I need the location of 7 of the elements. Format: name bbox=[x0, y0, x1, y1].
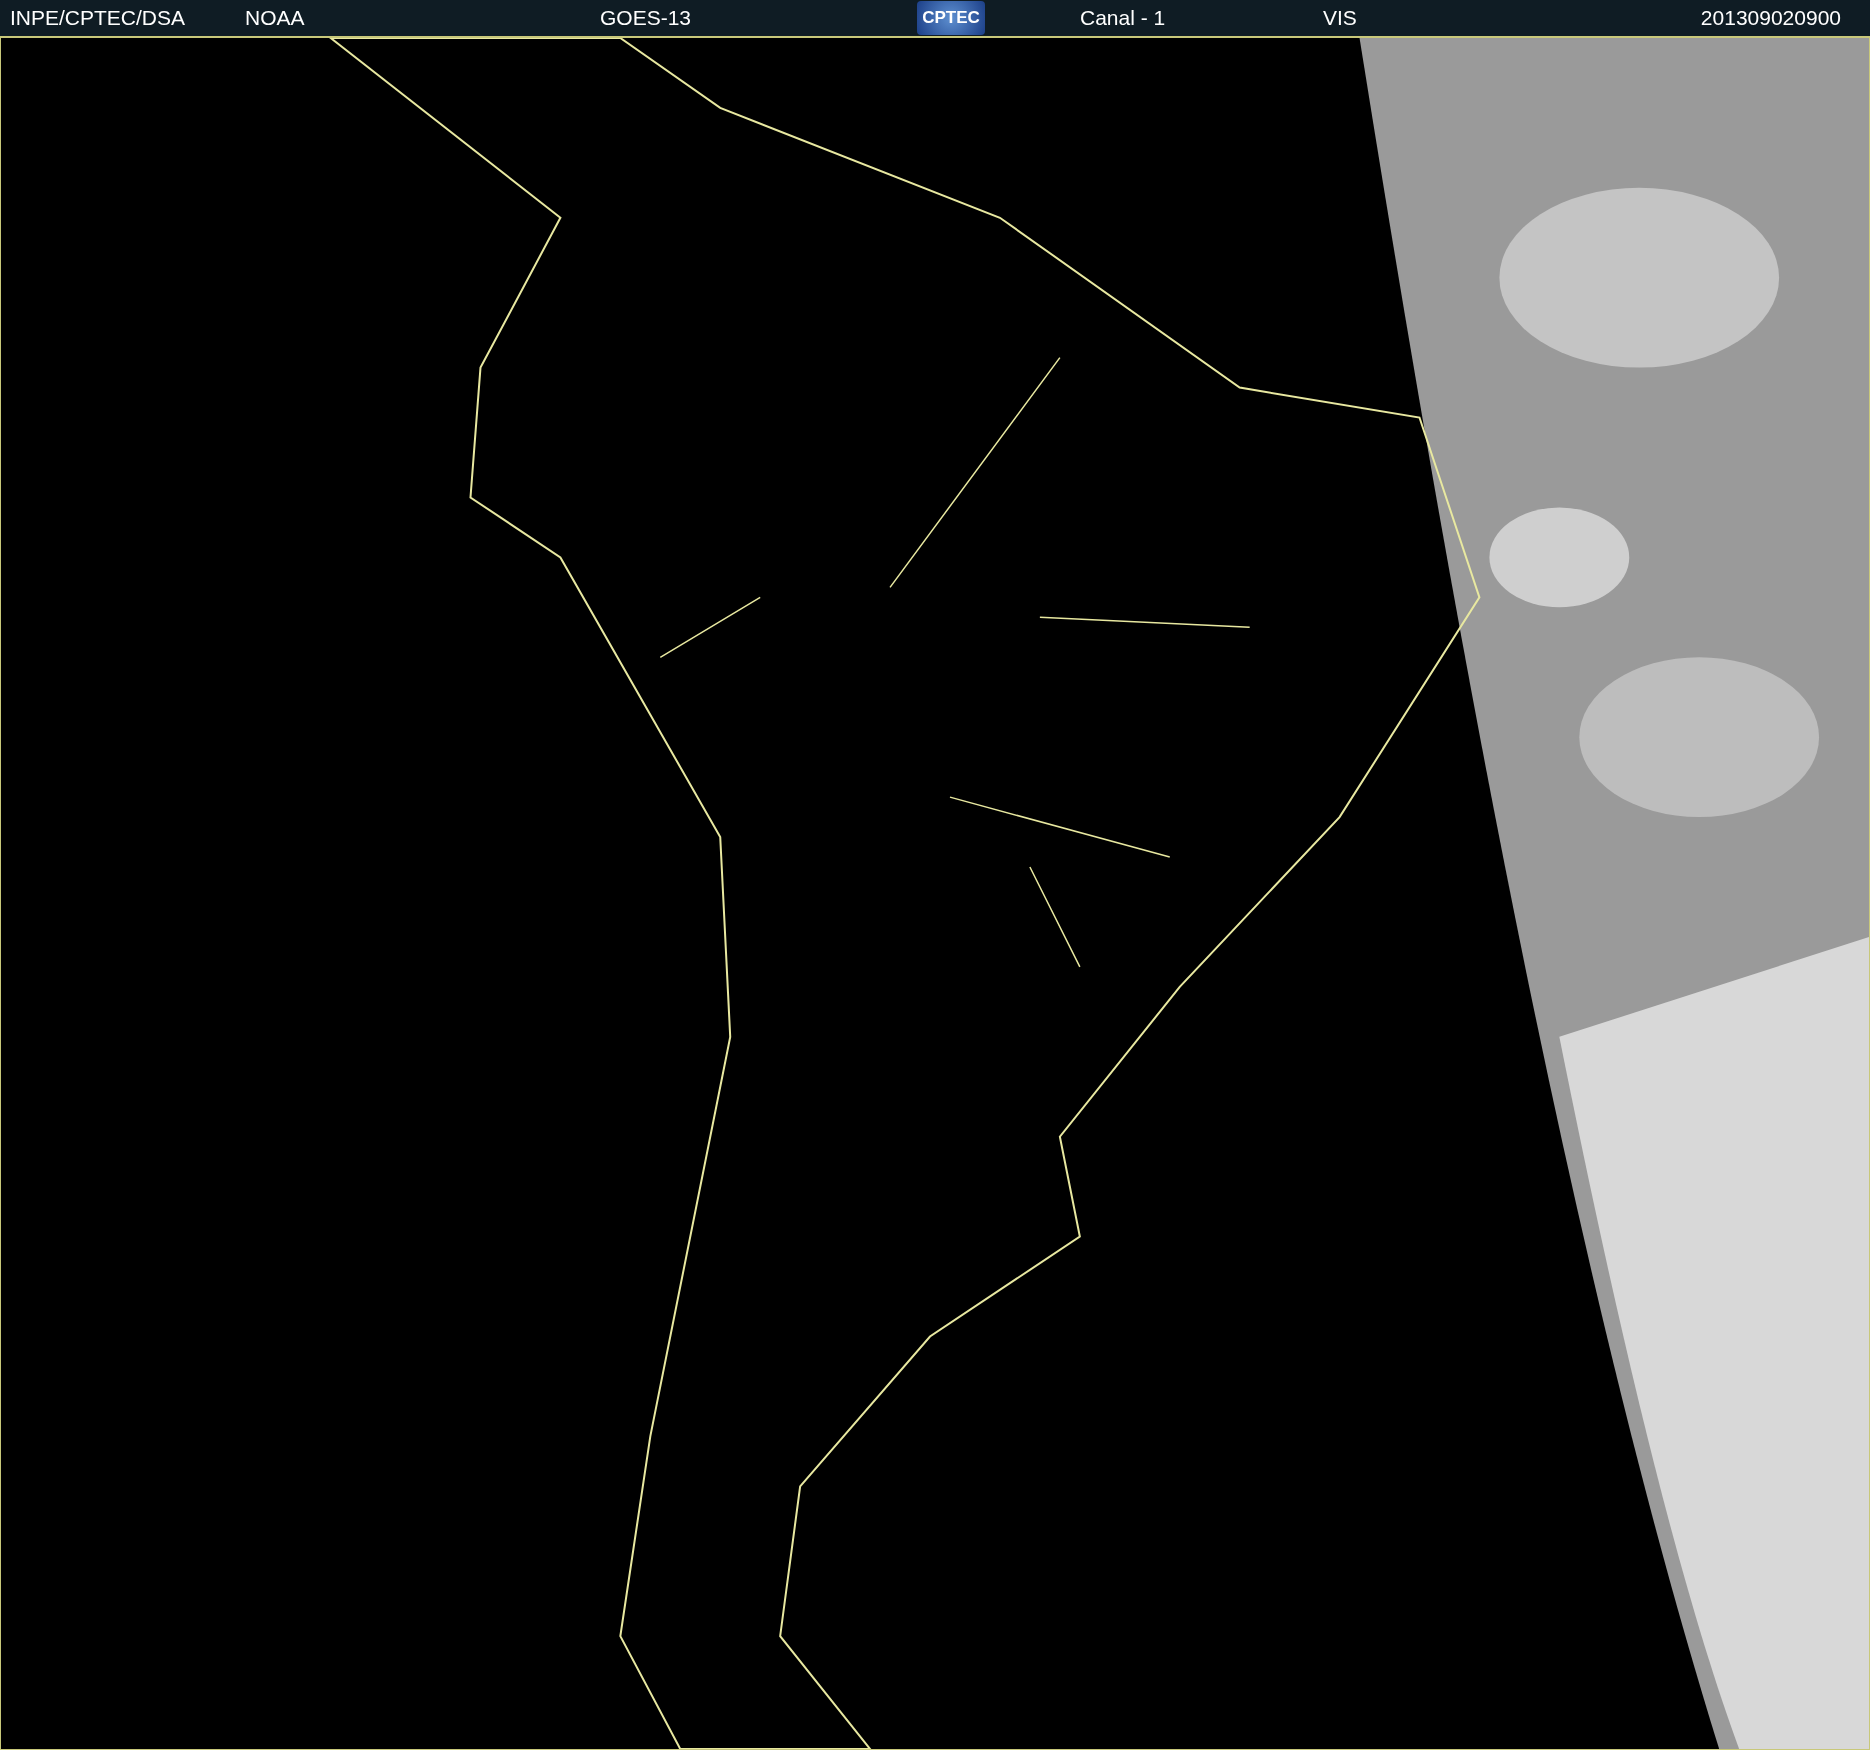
agency-label: NOAA bbox=[245, 6, 305, 30]
source-label: INPE/CPTEC/DSA bbox=[10, 6, 186, 30]
timestamp-label: 201309020900 bbox=[1700, 6, 1841, 30]
band-label: VIS bbox=[1323, 6, 1357, 30]
satellite-label: GOES-13 bbox=[600, 6, 692, 30]
logo: CPTEC bbox=[917, 1, 985, 35]
channel-label: Canal - 1 bbox=[1080, 6, 1166, 30]
